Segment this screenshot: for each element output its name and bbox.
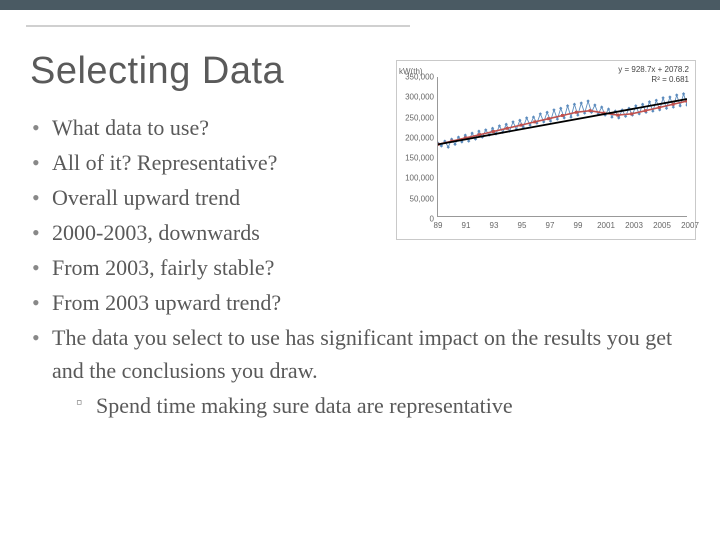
bullet-item: The data you select to use has significa…	[30, 321, 690, 422]
chart-xtick: 97	[546, 221, 555, 230]
chart-xtick: 2007	[681, 221, 699, 230]
chart-xtick: 89	[434, 221, 443, 230]
chart-ytick: 50,000	[402, 194, 434, 203]
chart-xtick: 2001	[597, 221, 615, 230]
embedded-chart: kW(th) y = 928.7x + 2078.2 R² = 0.681 05…	[396, 60, 696, 240]
chart-xtick: 95	[518, 221, 527, 230]
bullet-item: From 2003 upward trend?	[30, 286, 690, 319]
chart-ytick: 200,000	[402, 133, 434, 142]
slide-top-border	[0, 0, 720, 30]
chart-ytick: 250,000	[402, 113, 434, 122]
chart-ytick: 300,000	[402, 93, 434, 102]
chart-ytick: 350,000	[402, 73, 434, 82]
chart-ytick: 150,000	[402, 154, 434, 163]
chart-ytick: 0	[402, 215, 434, 224]
chart-xtick: 91	[462, 221, 471, 230]
chart-xtick: 99	[574, 221, 583, 230]
chart-xtick: 2005	[653, 221, 671, 230]
chart-series-svg	[438, 77, 687, 217]
chart-xtick: 93	[490, 221, 499, 230]
chart-xtick: 2003	[625, 221, 643, 230]
chart-ytick: 100,000	[402, 174, 434, 183]
bullet-item: From 2003, fairly stable?	[30, 251, 690, 284]
chart-plot-area: 050,000100,000150,000200,000250,000300,0…	[437, 77, 687, 217]
sub-bullet-item: Spend time making sure data are represen…	[74, 389, 690, 422]
